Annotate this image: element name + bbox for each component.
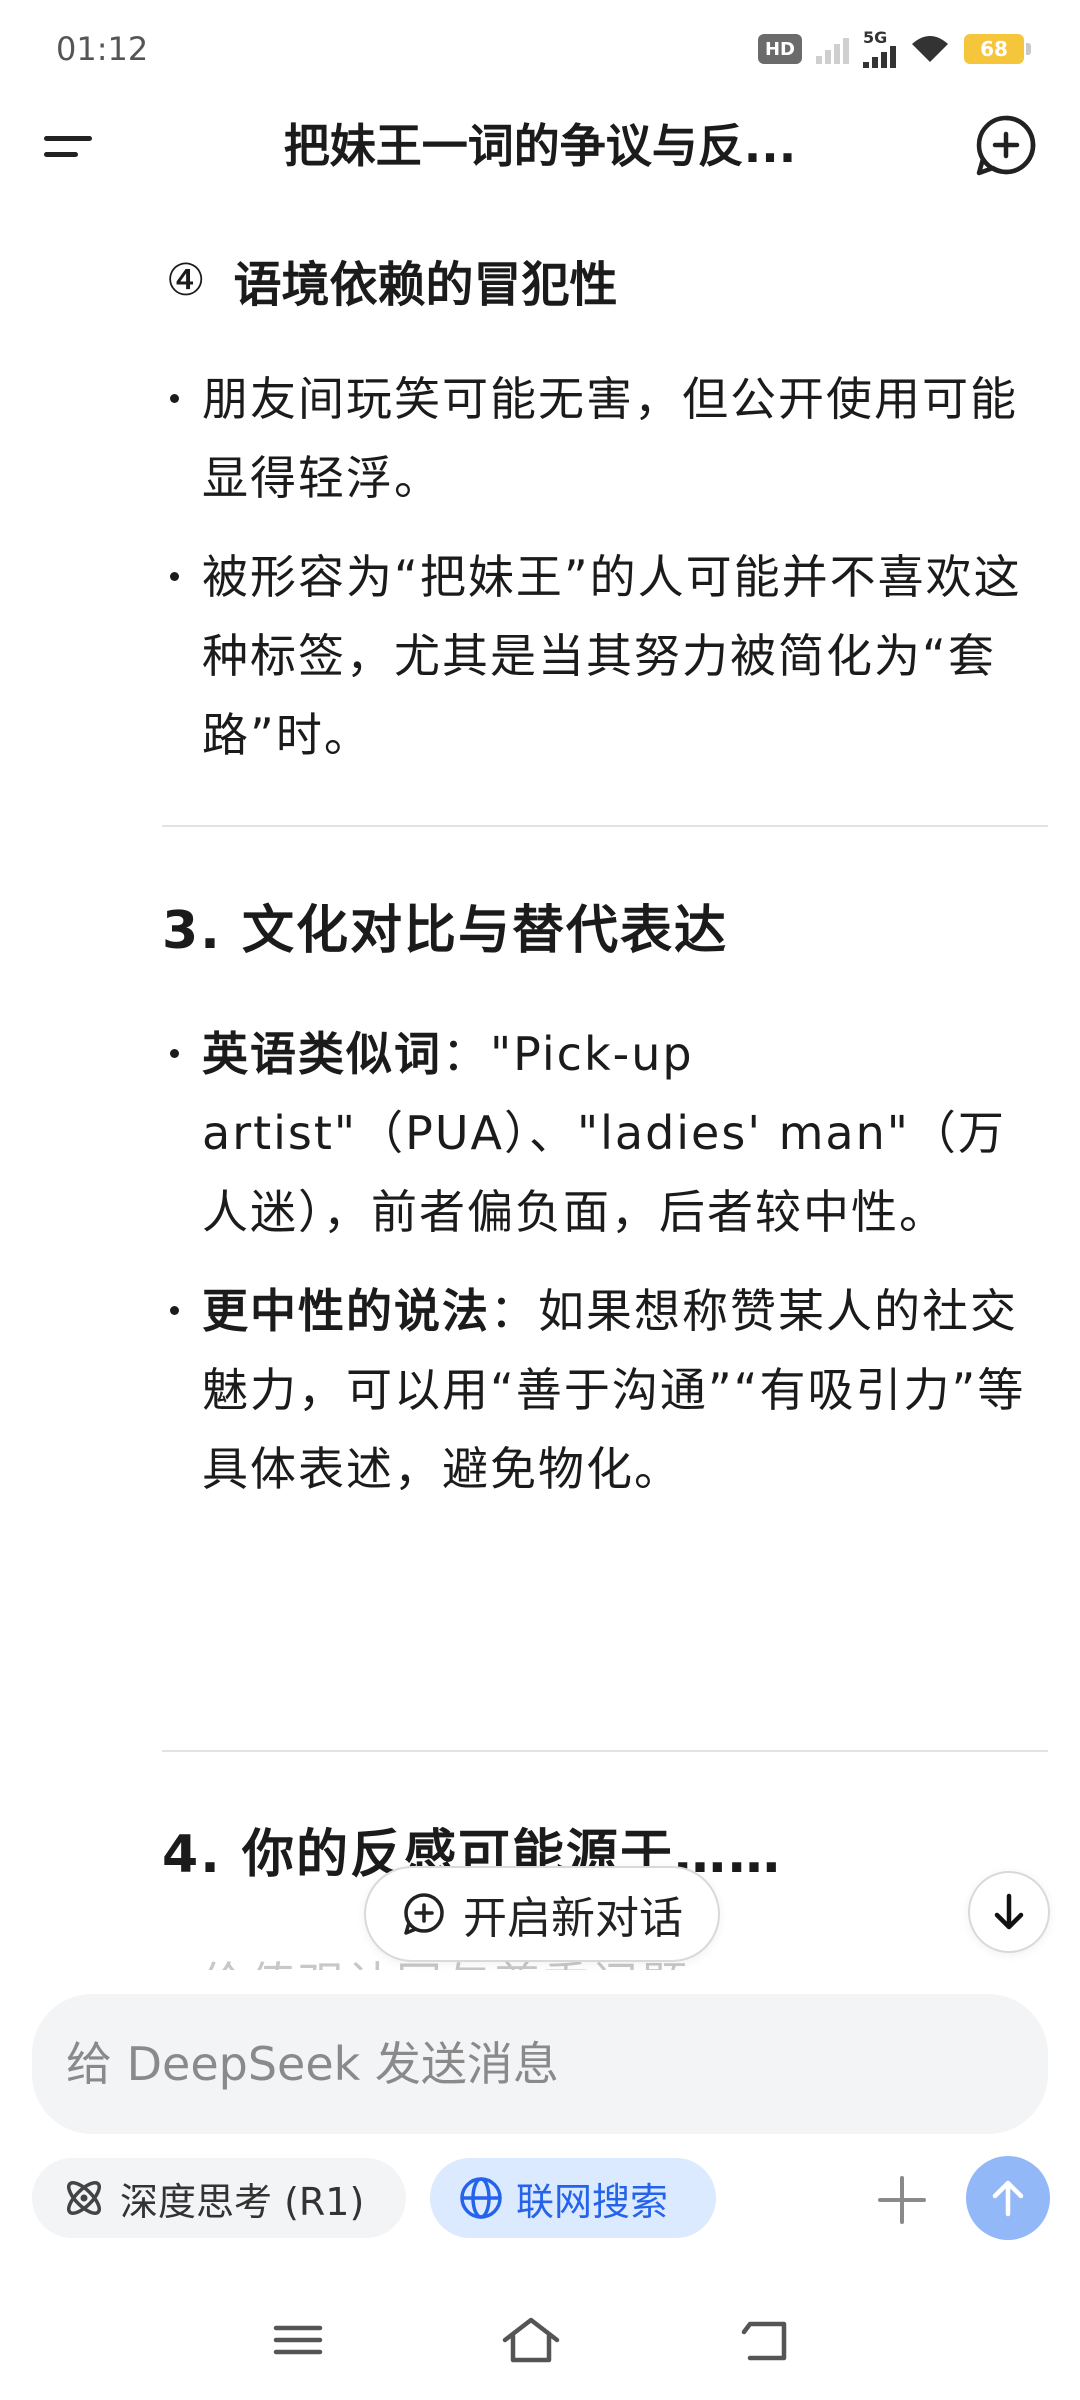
send-button[interactable]	[966, 2156, 1050, 2240]
app-bar: 把妹王一词的争议与反...	[0, 96, 1080, 200]
arrow-down-icon	[994, 1893, 1024, 1930]
status-time: 01:12	[56, 30, 149, 68]
arrow-up-icon	[992, 2180, 1024, 2217]
back-icon[interactable]	[730, 2310, 802, 2370]
globe-icon	[460, 2177, 502, 2219]
subsection-bullet-list: 朋友间玩笑可能无害，但公开使用可能显得轻浮。 被形容为“把妹王”的人可能并不喜欢…	[160, 360, 1040, 775]
message-input[interactable]	[66, 2024, 1006, 2104]
status-icons: HD 5G 68	[758, 30, 1031, 68]
battery-level: 68	[980, 37, 1008, 61]
new-conversation-label: 开启新对话	[463, 1893, 683, 1944]
signal-weak-icon	[816, 34, 849, 64]
chat-content[interactable]: ④ 语境依赖的冒犯性 朋友间玩笑可能无害，但公开使用可能显得轻浮。 被形容为“把…	[0, 200, 1080, 1970]
menu-icon[interactable]	[40, 122, 100, 172]
system-nav-bar	[0, 2290, 1080, 2400]
plus-icon[interactable]	[870, 2168, 934, 2232]
subsection-title: 语境依赖的冒犯性	[233, 257, 618, 313]
section-divider	[162, 1750, 1048, 1752]
new-conversation-button[interactable]: 开启新对话	[364, 1866, 720, 1962]
web-search-button[interactable]: 联网搜索	[430, 2158, 716, 2238]
network-label: 5G	[863, 28, 888, 47]
battery-icon: 68	[964, 34, 1031, 64]
deep-think-label: 深度思考 (R1)	[120, 2179, 365, 2224]
wifi-icon	[912, 36, 948, 62]
home-icon[interactable]	[495, 2310, 567, 2370]
list-item: 朋友间玩笑可能无害，但公开使用可能显得轻浮。	[160, 360, 1040, 518]
hd-icon: HD	[758, 34, 802, 64]
bullet-term: 英语类似词	[202, 1027, 442, 1081]
list-item: 更中性的说法：如果想称赞某人的社交魅力，可以用“善于沟通”“有吸引力”等具体表述…	[160, 1272, 1040, 1509]
recent-apps-icon[interactable]	[262, 2310, 334, 2370]
section3-bullet-list: 英语类似词："Pick-up artist"（PUA）、"ladies' man…	[160, 1015, 1040, 1509]
web-search-label: 联网搜索	[516, 2179, 669, 2224]
list-item: 被形容为“把妹王”的人可能并不喜欢这种标签，尤其是当其努力被简化为“套路”时。	[160, 538, 1040, 775]
message-input-container	[32, 1994, 1048, 2134]
section-divider	[162, 825, 1048, 827]
signal-5g-icon: 5G	[863, 30, 896, 68]
new-chat-icon	[404, 1893, 444, 1935]
subsection-heading: ④ 语境依赖的冒犯性	[166, 245, 617, 315]
list-item: 英语类似词："Pick-up artist"（PUA）、"ladies' man…	[160, 1015, 1040, 1252]
page-title: 把妹王一词的争议与反...	[283, 119, 797, 173]
section-heading: 3. 文化对比与替代表达	[162, 901, 729, 961]
new-chat-icon[interactable]	[970, 110, 1042, 182]
atom-icon	[67, 2181, 101, 2215]
deep-think-button[interactable]: 深度思考 (R1)	[32, 2158, 406, 2238]
scroll-down-button[interactable]	[968, 1871, 1050, 1953]
subsection-number: ④	[166, 254, 206, 306]
bullet-term: 更中性的说法	[202, 1284, 490, 1338]
status-bar: 01:12 HD 5G 68	[0, 0, 1080, 96]
